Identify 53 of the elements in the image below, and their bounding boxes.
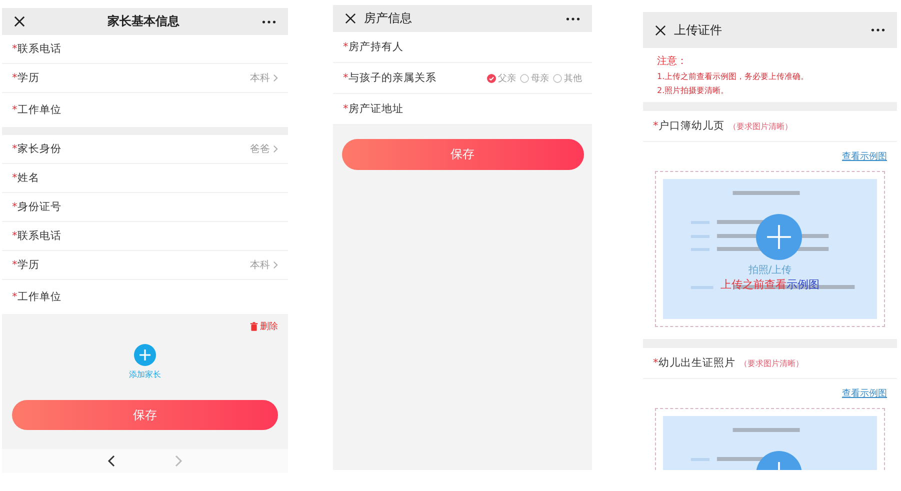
notice-text: 2.照片拍摄要清晰。 <box>657 85 730 96</box>
chevron-icon <box>273 145 278 153</box>
add-icon[interactable] <box>134 344 156 366</box>
plus-icon[interactable] <box>756 214 802 260</box>
requirement-note: （要求图片清晰） <box>739 358 804 368</box>
delete-link[interactable]: 删除 <box>250 320 278 333</box>
field-label: *家长身份 <box>12 142 62 156</box>
close-icon[interactable] <box>14 16 25 27</box>
radio-option[interactable]: 父亲 <box>487 72 516 84</box>
save-button[interactable]: 保存 <box>342 139 584 170</box>
chevron-icon <box>273 74 278 82</box>
example-link[interactable]: 查看示例图 <box>842 387 887 400</box>
close-icon[interactable] <box>655 24 666 36</box>
field-label: *学历 <box>12 71 40 85</box>
example-link[interactable]: 查看示例图 <box>842 150 887 163</box>
upload-hint: 上传之前查看示例图 <box>720 277 820 292</box>
field-label: *房产证地址 <box>343 102 404 116</box>
field-label: *姓名 <box>12 171 40 185</box>
field-label: *工作单位 <box>12 103 62 117</box>
radio-option[interactable]: 其他 <box>553 72 582 84</box>
requirement-note: （要求图片清晰） <box>728 120 792 132</box>
field-label: *联系电话 <box>12 42 62 56</box>
radio-icon[interactable] <box>520 74 529 82</box>
select-value[interactable]: 爸爸 <box>250 142 278 156</box>
notice-title: 注意： <box>657 54 688 68</box>
field-label: *学历 <box>12 258 40 272</box>
save-button[interactable]: 保存 <box>12 400 278 430</box>
more-icon[interactable] <box>262 20 276 24</box>
add-parent-link[interactable]: 添加家长 <box>129 369 161 380</box>
more-icon[interactable] <box>566 16 580 20</box>
chevron-icon <box>273 261 278 269</box>
field-label: *联系电话 <box>12 229 62 243</box>
close-icon[interactable] <box>345 13 356 24</box>
upload-area[interactable]: 拍照/上传 上传之前查看示例图 <box>655 171 885 327</box>
radio-icon[interactable] <box>487 74 496 82</box>
field-label: *幼儿出生证照片 <box>653 356 736 370</box>
radio-icon[interactable] <box>553 74 562 82</box>
field-label: *房产持有人 <box>343 40 404 54</box>
screen-title: 上传证件 <box>674 22 722 38</box>
field-label: *户口簿幼儿页 <box>653 119 724 133</box>
field-label: *与孩子的亲属关系 <box>343 71 436 85</box>
trash-icon <box>250 322 258 331</box>
select-value[interactable]: 本科 <box>250 258 278 272</box>
notice-text: 1.上传之前查看示例图，务必要上传准确。 <box>657 71 810 82</box>
radio-option[interactable]: 母亲 <box>520 72 549 84</box>
field-label: *工作单位 <box>12 290 62 304</box>
select-value[interactable]: 本科 <box>250 71 278 85</box>
screen-title: 房产信息 <box>364 10 412 27</box>
screen-title: 家长基本信息 <box>106 13 180 30</box>
back-icon[interactable] <box>107 455 115 467</box>
field-label: *身份证号 <box>12 200 62 214</box>
more-icon[interactable] <box>871 28 885 32</box>
upload-caption: 拍照/上传 <box>747 264 793 277</box>
